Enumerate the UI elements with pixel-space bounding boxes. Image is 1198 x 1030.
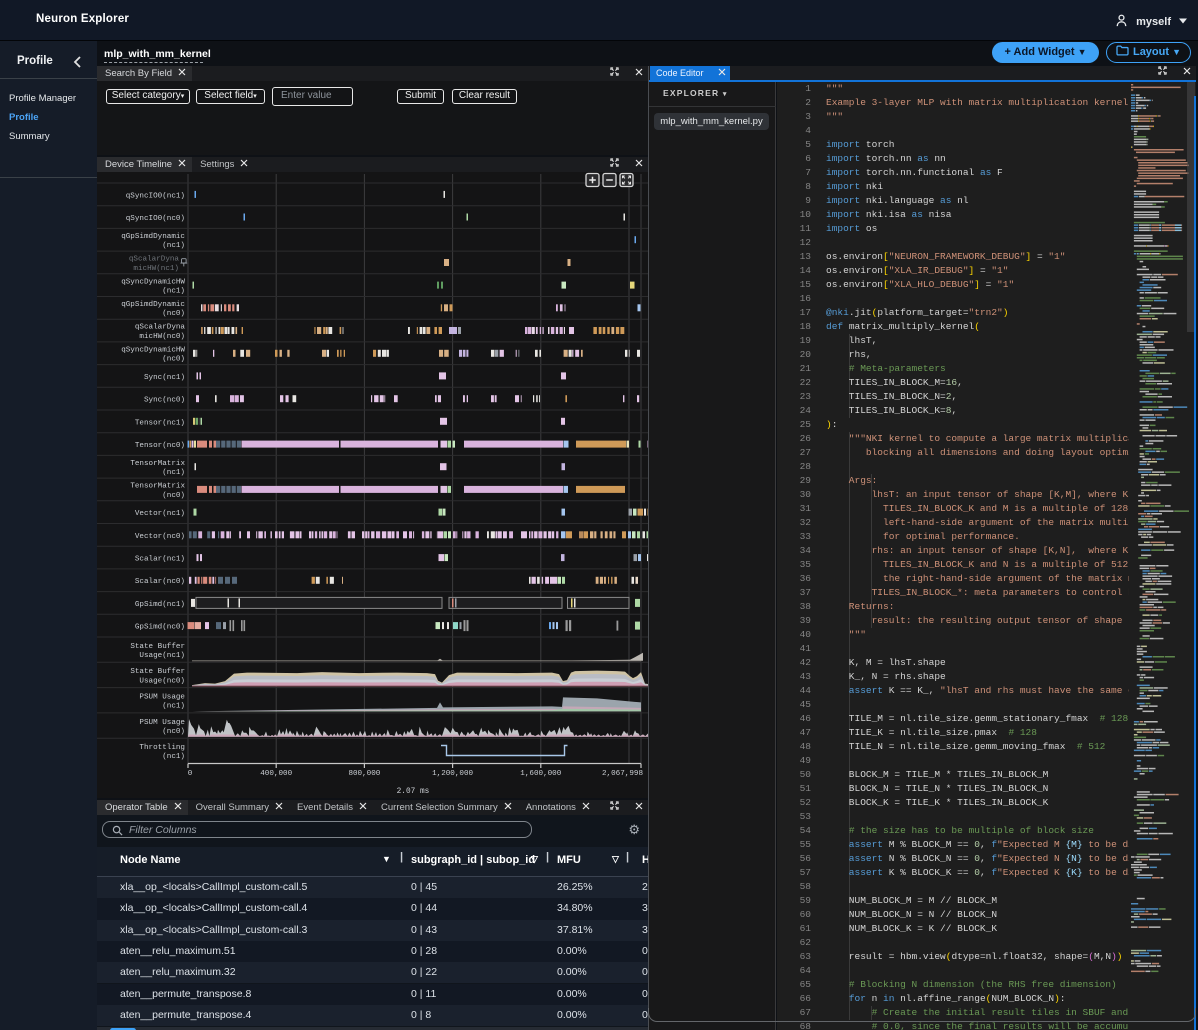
svg-text:Tensor(nc1): Tensor(nc1) bbox=[135, 419, 185, 427]
svg-text:micHW(nc0): micHW(nc0) bbox=[139, 333, 185, 341]
svg-text:0: 0 bbox=[188, 770, 193, 778]
svg-text:Scalar(nc1): Scalar(nc1) bbox=[135, 556, 185, 564]
svg-text:(nc0): (nc0) bbox=[162, 310, 185, 318]
svg-text:400,000: 400,000 bbox=[260, 770, 292, 778]
svg-text:(nc0): (nc0) bbox=[162, 728, 185, 736]
svg-text:(nc1): (nc1) bbox=[162, 288, 185, 296]
svg-text:Throttling: Throttling bbox=[139, 744, 185, 752]
svg-text:(nc0): (nc0) bbox=[162, 492, 185, 500]
svg-text:qSyncDynamicHW: qSyncDynamicHW bbox=[121, 346, 185, 354]
svg-text:(nc1): (nc1) bbox=[162, 242, 185, 250]
svg-text:800,000: 800,000 bbox=[348, 770, 380, 778]
svg-text:(nc1): (nc1) bbox=[162, 469, 185, 477]
svg-text:1,600,000: 1,600,000 bbox=[520, 770, 561, 778]
svg-text:Usage(nc1): Usage(nc1) bbox=[139, 652, 185, 660]
svg-text:State Buffer: State Buffer bbox=[130, 643, 185, 651]
svg-text:Sync(nc0): Sync(nc0) bbox=[144, 397, 185, 405]
svg-text:qGpSimdDynamic: qGpSimdDynamic bbox=[121, 233, 185, 241]
svg-text:(nc1): (nc1) bbox=[162, 753, 185, 761]
svg-text:PSUM Usage: PSUM Usage bbox=[139, 719, 185, 727]
svg-text:qSyncIO0(nc1): qSyncIO0(nc1) bbox=[126, 192, 185, 200]
svg-text:2,067,998: 2,067,998 bbox=[602, 770, 643, 778]
svg-text:qScalarDyna: qScalarDyna bbox=[135, 324, 186, 332]
svg-text:State Buffer: State Buffer bbox=[130, 668, 185, 676]
svg-text:Vector(nc0): Vector(nc0) bbox=[135, 533, 185, 541]
svg-text:qSyncIO0(nc0): qSyncIO0(nc0) bbox=[126, 215, 185, 223]
svg-text:TensorMatrix: TensorMatrix bbox=[130, 460, 185, 468]
svg-text:qGpSimdDynamic: qGpSimdDynamic bbox=[121, 301, 185, 309]
svg-text:qScalarDyna: qScalarDyna bbox=[129, 256, 180, 264]
svg-text:micHW(nc1): micHW(nc1) bbox=[133, 265, 179, 273]
svg-text:Tensor(nc0): Tensor(nc0) bbox=[135, 442, 185, 450]
svg-text:Vector(nc1): Vector(nc1) bbox=[135, 510, 185, 518]
svg-text:GpSimd(nc0): GpSimd(nc0) bbox=[135, 624, 185, 632]
svg-text:GpSimd(nc1): GpSimd(nc1) bbox=[135, 601, 185, 609]
svg-text:Usage(nc0): Usage(nc0) bbox=[139, 677, 185, 685]
svg-text:2.07 ms: 2.07 ms bbox=[397, 788, 430, 796]
svg-text:TensorMatrix: TensorMatrix bbox=[130, 483, 185, 491]
svg-text:(nc1): (nc1) bbox=[162, 703, 185, 711]
svg-text:qSyncDynamicHW: qSyncDynamicHW bbox=[121, 278, 185, 286]
svg-text:Sync(nc1): Sync(nc1) bbox=[144, 374, 185, 382]
svg-text:PSUM Usage: PSUM Usage bbox=[139, 694, 185, 702]
svg-text:Scalar(nc0): Scalar(nc0) bbox=[135, 578, 185, 586]
svg-text:(nc0): (nc0) bbox=[162, 356, 185, 364]
svg-text:1,200,000: 1,200,000 bbox=[432, 770, 473, 778]
